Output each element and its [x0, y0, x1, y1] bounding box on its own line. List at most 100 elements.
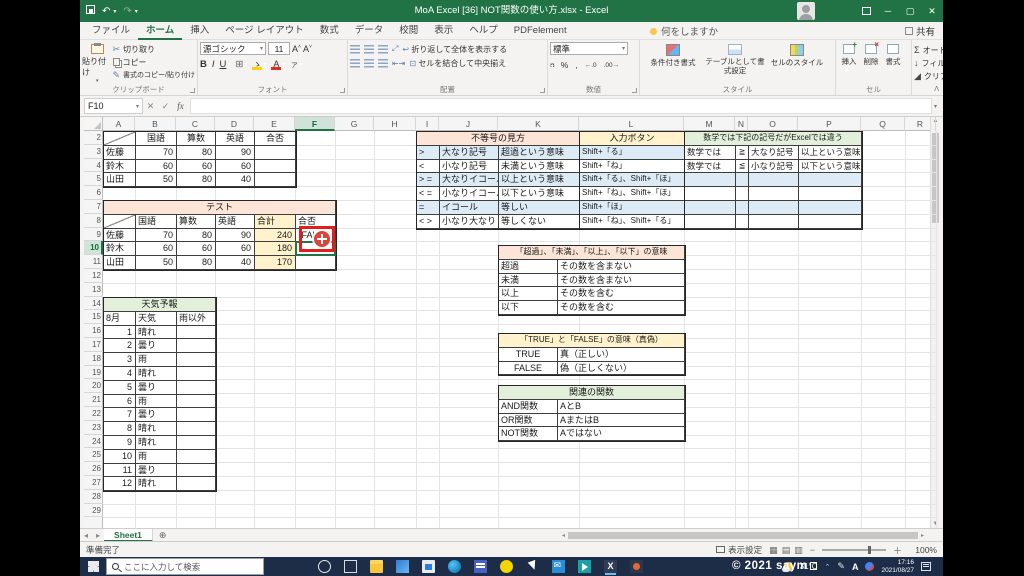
minimize-button[interactable]: ─ — [877, 0, 899, 22]
cell[interactable]: 60 — [177, 242, 216, 256]
cell[interactable] — [177, 408, 216, 422]
cell[interactable]: その数を含む — [558, 301, 685, 315]
cancel-icon[interactable]: ✕ — [143, 101, 158, 112]
ime-mode-indicator[interactable]: A — [852, 562, 859, 572]
cell[interactable]: 60 — [136, 242, 177, 256]
cell[interactable]: 関連の関数 — [499, 386, 685, 400]
cell[interactable]: 40 — [216, 256, 255, 270]
cell[interactable]: 以下という意味 — [499, 187, 580, 201]
cell[interactable]: NOT関数 — [499, 427, 558, 441]
copy-button[interactable]: コピー ▾ — [113, 56, 196, 68]
cell[interactable]: 40 — [216, 173, 255, 187]
qat-customize-icon[interactable]: ▾ — [135, 8, 138, 15]
cell[interactable]: 80 — [177, 146, 216, 160]
page-break-view-icon[interactable]: ▥ — [794, 545, 803, 556]
row-header-13[interactable]: 13 — [84, 283, 103, 297]
sheet-nav-left-icon[interactable]: ◂ — [80, 531, 92, 540]
cell[interactable] — [177, 450, 216, 464]
row-header-10[interactable]: 10 — [84, 241, 103, 255]
scroll-left-icon[interactable]: ◂ — [560, 532, 567, 539]
cell[interactable] — [685, 201, 736, 215]
cell[interactable]: 60 — [177, 160, 216, 174]
cell[interactable]: 数学では下記の記号だがExcelでは違う — [685, 132, 862, 146]
maximize-button[interactable]: ▢ — [899, 0, 921, 22]
excel-icon[interactable] — [604, 560, 617, 573]
clipboard-dialog-launcher-icon[interactable] — [190, 88, 195, 93]
cell[interactable]: 小なりイコール — [440, 187, 499, 201]
font-size-select[interactable]: 11 — [268, 42, 290, 55]
orientation-icon[interactable]: ⤢ — [392, 44, 398, 54]
add-sheet-button[interactable]: ⊕ — [153, 530, 173, 541]
cell[interactable] — [255, 173, 296, 187]
cell[interactable] — [177, 326, 216, 340]
cell[interactable]: 入力ボタン — [580, 132, 685, 146]
menu-tab-4[interactable]: ページ レイアウト — [217, 22, 311, 40]
cell[interactable]: 雨 — [136, 450, 177, 464]
cell[interactable] — [177, 381, 216, 395]
cell[interactable]: 晴れ — [136, 477, 177, 491]
teams-arrow-icon[interactable] — [578, 560, 591, 573]
photos-icon[interactable] — [396, 560, 409, 573]
cell[interactable]: 数学では — [685, 146, 736, 160]
tell-me[interactable]: 何をしますか — [650, 22, 718, 40]
cell[interactable] — [736, 215, 749, 229]
align-middle-icon[interactable] — [364, 45, 374, 54]
mouse-icon[interactable] — [526, 560, 539, 573]
cell[interactable]: 12 — [104, 477, 136, 491]
number-format-select[interactable]: 標準▾ — [550, 42, 628, 55]
row-header-25[interactable]: 25 — [84, 448, 103, 462]
cell[interactable]: 2 — [104, 339, 136, 353]
column-header-F[interactable]: F — [295, 117, 335, 131]
cell[interactable]: Shift+「ね」、Shift+「る」 — [580, 215, 685, 229]
cell[interactable]: 天気 — [136, 312, 177, 326]
format-cells-button[interactable]: 書式▾ — [882, 42, 904, 84]
zoom-slider-thumb[interactable] — [868, 546, 871, 554]
cell[interactable] — [685, 173, 736, 187]
tray-app-icon[interactable] — [865, 562, 874, 571]
menu-tab-2[interactable]: ホーム — [138, 22, 182, 40]
cell[interactable]: 数学では — [685, 160, 736, 174]
zoom-level[interactable]: 100% — [909, 545, 937, 555]
undo-caret-icon[interactable]: ▾ — [113, 8, 116, 15]
cell[interactable]: 80 — [177, 256, 216, 270]
horizontal-scroll-thumb[interactable] — [568, 532, 918, 539]
menu-tab-7[interactable]: 校閲 — [391, 22, 426, 40]
autosum-button[interactable]: Σオート SUM▾ — [914, 44, 943, 56]
cell[interactable]: TRUE — [499, 348, 558, 362]
menu-tab-3[interactable]: 挿入 — [182, 22, 217, 40]
normal-view-icon[interactable]: ▦ — [769, 545, 778, 556]
cell[interactable]: 晴れ — [136, 367, 177, 381]
column-header-R[interactable]: R — [905, 117, 936, 131]
font-name-select[interactable]: 源ゴシック▾ — [200, 42, 266, 55]
cell[interactable] — [104, 215, 136, 229]
cell[interactable]: 小なり大なり — [440, 215, 499, 229]
cell[interactable]: テスト — [104, 201, 336, 215]
cell[interactable]: 真（正しい） — [558, 348, 685, 362]
redo-icon[interactable]: ↷ — [123, 6, 131, 17]
cell[interactable]: 50 — [136, 256, 177, 270]
indent-icon[interactable]: ⇤⇥ — [392, 59, 405, 68]
align-top-icon[interactable] — [350, 45, 360, 54]
cell[interactable]: 曇り — [136, 464, 177, 478]
cell[interactable]: 以下という意味 — [799, 160, 862, 174]
merge-center-button[interactable]: ⊡ セルを結合して中央揃え ▾ — [409, 58, 507, 69]
cell[interactable]: Shift+「ね」 — [580, 160, 685, 174]
cell[interactable] — [799, 201, 862, 215]
cell[interactable]: 小なり記号 — [440, 160, 499, 174]
cell[interactable] — [177, 436, 216, 450]
cell[interactable]: < — [417, 160, 440, 174]
cell[interactable]: 80 — [177, 229, 216, 243]
row-header-21[interactable]: 21 — [84, 393, 103, 407]
cell[interactable]: 佐藤 — [104, 146, 136, 160]
cell[interactable]: 英語 — [216, 215, 255, 229]
cell[interactable]: 9 — [104, 436, 136, 450]
cell[interactable] — [799, 187, 862, 201]
cell[interactable]: 国語 — [136, 215, 177, 229]
align-left-icon[interactable] — [350, 59, 360, 68]
share-button[interactable]: 共有 — [905, 22, 935, 40]
user-avatar[interactable] — [797, 2, 815, 20]
cell[interactable]: 鈴木 — [104, 160, 136, 174]
column-header-A[interactable]: A — [103, 117, 135, 131]
cell[interactable]: 天気予報 — [104, 298, 216, 312]
cell[interactable] — [255, 160, 296, 174]
